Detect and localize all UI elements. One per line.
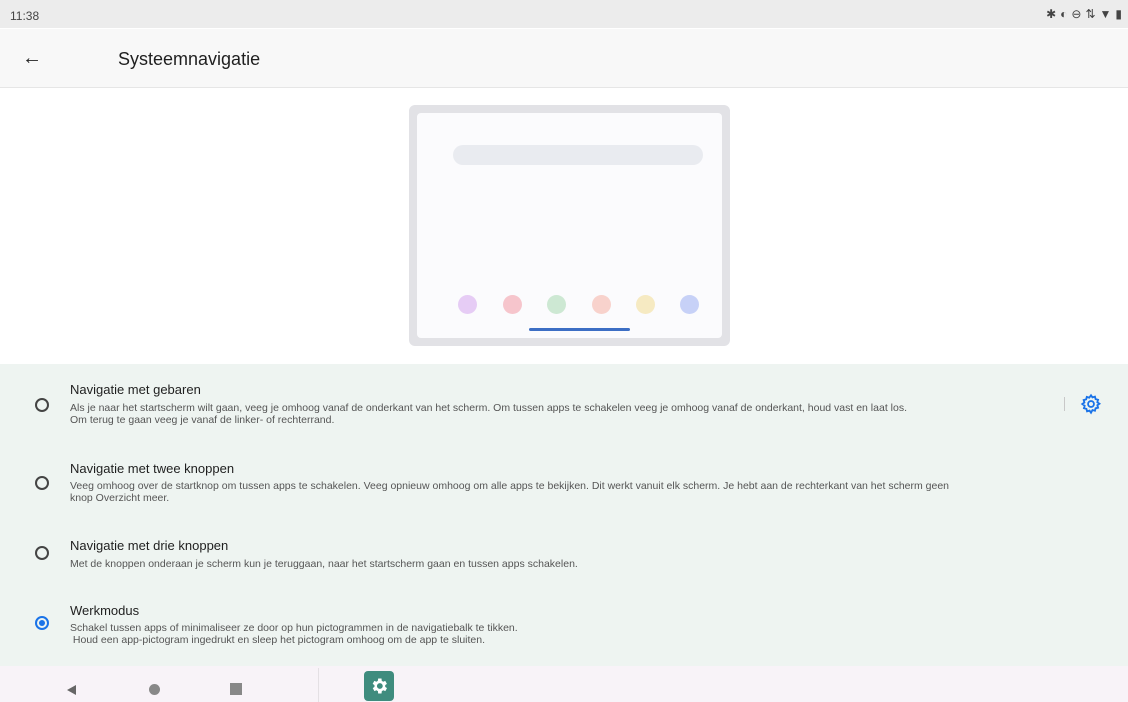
option-description: Als je naar het startscherm wilt gaan, v… (70, 402, 1080, 426)
status-bar: 11:38 ✱ ◐ ⊖ ⇅ ▼ ▮ (0, 0, 1128, 28)
battery-icon: ▮ (1115, 7, 1122, 21)
option-description: Met de knoppen onderaan je scherm kun je… (70, 558, 1080, 570)
description-line: knop Overzicht meer. (70, 492, 170, 504)
radio-button[interactable] (35, 546, 49, 560)
option-title: Navigatie met twee knoppen (70, 461, 235, 476)
option-three-button-navigation[interactable]: Navigatie met drie knoppen Met de knoppe… (0, 532, 1128, 584)
illustration-gesture-handle (529, 328, 630, 331)
app-bar: ← Systeemnavigatie (0, 29, 1128, 88)
illustration-app-dot (503, 295, 522, 314)
vibrate-icon: ◐ (1060, 7, 1068, 21)
option-two-button-navigation[interactable]: Navigatie met twee knoppen Veeg omhoog o… (0, 454, 1128, 520)
illustration-app-dot (592, 295, 611, 314)
settings-divider (1064, 397, 1065, 411)
bluetooth-icon: ✱ (1046, 7, 1057, 21)
description-line: Met de knoppen onderaan je scherm kun je… (70, 558, 578, 570)
description-line: Om terug te gaan veeg je vanaf de linker… (70, 414, 335, 426)
illustration-screen (417, 113, 722, 338)
description-line: Schakel tussen apps of minimaliseer ze d… (70, 622, 518, 634)
gesture-settings-button[interactable] (1080, 393, 1102, 415)
option-title: Werkmodus (70, 603, 140, 618)
dnd-icon: ⊖ (1071, 7, 1082, 21)
illustration-app-dot (680, 295, 699, 314)
illustration-app-dot (547, 295, 566, 314)
option-description: Veeg omhoog over de startknop om tussen … (70, 480, 1080, 504)
illustration-search-bar (453, 145, 703, 165)
wifi-icon: ▼ (1099, 7, 1112, 21)
option-work-mode[interactable]: Werkmodus Schakel tussen apps of minimal… (0, 596, 1128, 660)
back-button[interactable]: ← (18, 44, 46, 72)
data-icon: ⇅ (1085, 7, 1096, 21)
navigation-illustration (409, 105, 730, 346)
option-gesture-navigation[interactable]: Navigatie met gebaren Als je naar het st… (0, 374, 1128, 444)
description-line: Houd een app-pictogram ingedrukt en slee… (70, 634, 486, 646)
status-time: 11:38 (10, 9, 40, 23)
nav-back-icon[interactable] (67, 685, 76, 695)
radio-button[interactable] (35, 476, 49, 490)
nav-recents-icon[interactable] (230, 683, 242, 695)
taskbar-divider (318, 668, 319, 702)
radio-button-selected[interactable] (35, 616, 49, 630)
description-line: Als je naar het startscherm wilt gaan, v… (70, 402, 907, 414)
radio-button[interactable] (35, 398, 49, 412)
nav-home-icon[interactable] (149, 684, 160, 695)
page-title: Systeemnavigatie (118, 49, 261, 69)
status-icons: ✱ ◐ ⊖ ⇅ ▼ ▮ (1046, 7, 1122, 21)
settings-app-icon (372, 678, 387, 694)
illustration-app-dot (636, 295, 655, 314)
description-line: Veeg omhoog over de startknop om tussen … (70, 480, 950, 492)
option-description: Schakel tussen apps of minimaliseer ze d… (70, 622, 1080, 646)
illustration-app-dot (458, 295, 477, 314)
option-title: Navigatie met gebaren (70, 382, 201, 397)
system-navigation-bar (0, 666, 1128, 702)
back-arrow-icon: ← (22, 46, 42, 69)
settings-app-button[interactable] (364, 671, 394, 701)
gear-icon (1080, 393, 1102, 415)
option-title: Navigatie met drie knoppen (70, 538, 229, 553)
